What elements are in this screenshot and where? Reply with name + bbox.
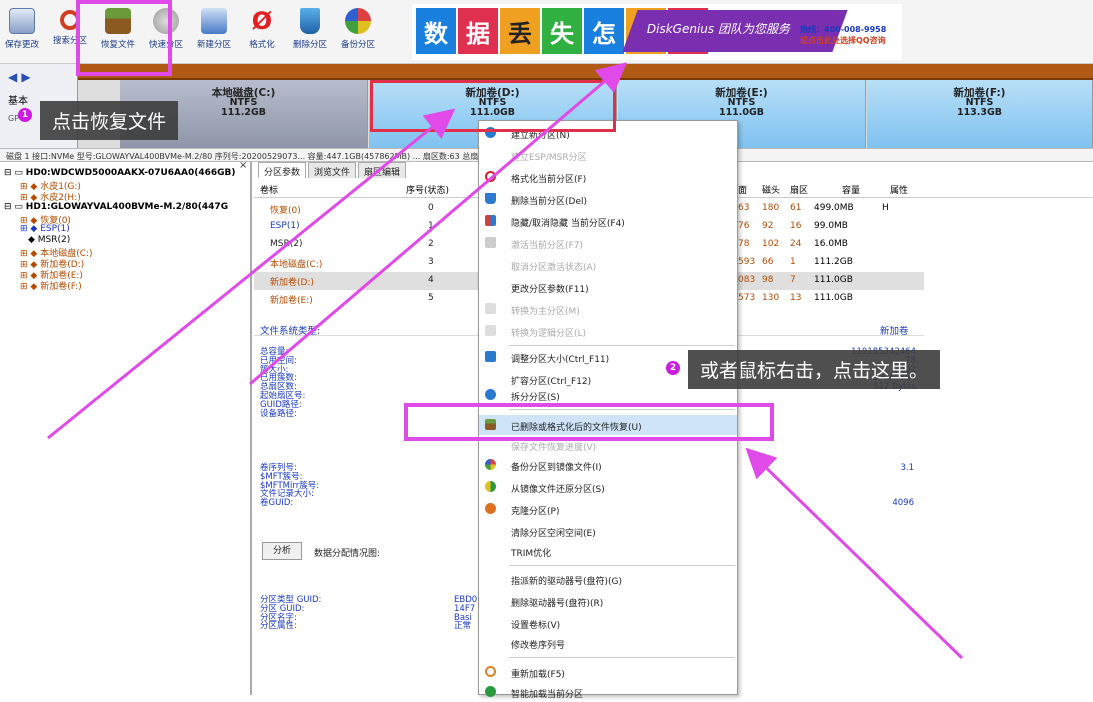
- split-icon: [485, 389, 496, 400]
- props-values-3: EBD0 14F7 Basi 正常: [454, 595, 478, 632]
- smart-load-icon: [485, 686, 496, 697]
- menu-item-format[interactable]: 格式化当前分区(F): [479, 167, 737, 187]
- convert-icon: [485, 303, 496, 314]
- fs-type-value: 新加卷: [880, 326, 909, 337]
- delete-icon: [300, 8, 320, 34]
- table-row-tail: 76 92 16 99.0MB: [738, 221, 848, 231]
- disk-usage-bar: [78, 64, 1093, 80]
- step1-callout: 点击恢复文件: [40, 101, 179, 140]
- close-icon[interactable]: ×: [239, 160, 247, 171]
- analyze-button[interactable]: 分析: [262, 542, 302, 560]
- tree-item[interactable]: ⊟ ▭ HD0:WDCWD5000AAKX-07U6AA0(466GB): [4, 168, 236, 178]
- new-partition-icon: [201, 8, 227, 34]
- menu-item-esp-msr[interactable]: 建立ESP/MSR分区: [479, 145, 737, 165]
- step1-badge: 1: [18, 108, 32, 122]
- menu-item-change-serial[interactable]: 修改卷序列号: [479, 633, 737, 653]
- save-changes-button[interactable]: 保存更改: [2, 4, 42, 60]
- menu-item-hide[interactable]: 隐藏/取消隐藏 当前分区(F4): [479, 211, 737, 231]
- delete-partition-button[interactable]: 删除分区: [290, 4, 330, 60]
- reload-icon: [485, 666, 496, 677]
- format-icon: [485, 171, 496, 182]
- menu-separator: [509, 565, 735, 566]
- banner-char: 失: [542, 8, 582, 54]
- banner-char: 怎: [584, 8, 624, 54]
- props-values-2: 3.1 4096: [892, 463, 914, 508]
- clone-icon: [485, 503, 496, 514]
- menu-item-remove-letter[interactable]: 删除驱动器号(盘符)(R): [479, 591, 737, 611]
- ad-banner[interactable]: 数 据 丢 失 怎 么 办 DiskGenius 团队为您服务 热线：400-0…: [412, 4, 902, 60]
- backup-icon: [345, 8, 371, 34]
- delete-icon: [485, 193, 496, 204]
- disk-nav-arrows-icon[interactable]: ◀ ▶: [8, 70, 31, 84]
- tab-browse-files[interactable]: 浏览文件: [308, 162, 357, 178]
- props-block-2: 卷序列号: $MFT簇号: $MFTMirr簇号: 文件记录大小: 卷GUID:: [260, 463, 320, 509]
- banner-phone: 热线：400-008-9958: [800, 25, 887, 34]
- menu-separator: [509, 657, 735, 658]
- save-icon: [9, 8, 35, 34]
- menu-item-activate[interactable]: 激活当前分区(F7): [479, 233, 737, 253]
- menu-item-trim[interactable]: TRIM优化: [479, 541, 737, 561]
- restore-icon: [485, 481, 496, 492]
- step2-badge: 2: [666, 361, 680, 375]
- menu-item-clone[interactable]: 克隆分区(P): [479, 499, 737, 519]
- hide-icon: [485, 215, 496, 226]
- backup-icon: [485, 459, 496, 470]
- menu-item-restore-image[interactable]: 从镜像文件还原分区(S): [479, 477, 737, 497]
- menu-item-backup-image[interactable]: 备份分区到镜像文件(I): [479, 455, 737, 475]
- tree-item[interactable]: ◆ MSR(2): [28, 235, 70, 245]
- allocation-map-label: 数据分配情况图:: [314, 549, 381, 559]
- banner-contact: 热线：400-008-9958 或点击此处选择QQ咨询: [800, 24, 886, 46]
- menu-item-assign-letter[interactable]: 指派新的驱动器号(盘符)(G): [479, 569, 737, 589]
- tree-item[interactable]: ⊟ ▭ HD1:GLOWAYVAL400BVMe-M.2/80(447G: [4, 202, 228, 212]
- panel-tabs: 分区参数 浏览文件 扇区编辑: [254, 162, 407, 178]
- table-row-tail: 78 102 24 16.0MB: [738, 239, 848, 249]
- banner-slogan: DiskGenius 团队为您服务: [646, 22, 790, 36]
- menu-item-smart-load[interactable]: 智能加载当前分区: [479, 682, 737, 702]
- new-partition-button[interactable]: 新建分区: [194, 4, 234, 60]
- menu-item-to-primary[interactable]: 转换为主分区(M): [479, 299, 737, 319]
- menu-item-wipe-free[interactable]: 清除分区空闲空间(E): [479, 521, 737, 541]
- menu-item-change-params[interactable]: 更改分区参数(F11): [479, 277, 737, 297]
- menu-item-deactivate[interactable]: 取消分区激活状态(A): [479, 255, 737, 275]
- disk-tree: × ⊟ ▭ HD0:WDCWD5000AAKX-07U6AA0(466GB) ⊞…: [0, 160, 252, 695]
- table-row-tail: 573 130 13 111.0GB: [738, 293, 853, 303]
- banner-char: 丢: [500, 8, 540, 54]
- banner-char: 数: [416, 8, 456, 54]
- table-row-tail: 593 66 1 111.2GB: [738, 257, 853, 267]
- format-button[interactable]: Ø 格式化: [242, 4, 282, 60]
- menu-item-reload[interactable]: 重新加载(F5): [479, 662, 737, 682]
- convert-icon: [485, 325, 496, 336]
- tree-item[interactable]: ⊞ ◆ 新加卷(F:): [20, 279, 82, 292]
- tree-item[interactable]: ⊞ ◆ ESP(1): [20, 224, 70, 234]
- resize-icon: [485, 351, 496, 362]
- menu-separator: [509, 345, 735, 346]
- props-block-3: 分区类型 GUID: 分区 GUID: 分区名字: 分区属性:: [260, 595, 322, 632]
- format-icon: Ø: [251, 7, 273, 35]
- disk-type-label: 基本: [8, 96, 28, 107]
- props-block-1: 总容量: 已用空间: 簇大小: 已用簇数: 总扇区数: 起始扇区号: GUID路径: 设备路径…: [260, 347, 306, 419]
- highlight-menu-recovery: [404, 403, 774, 441]
- volume-f[interactable]: 新加卷(F:) NTFS 113.3GB: [867, 80, 1093, 148]
- backup-partition-button[interactable]: 备份分区: [338, 4, 378, 60]
- menu-item-set-label[interactable]: 设置卷标(V): [479, 613, 737, 633]
- highlight-recover-button: [76, 0, 172, 76]
- banner-qq: 或点击此处选择QQ咨询: [800, 36, 886, 45]
- table-row-tail: 083 98 7 111.0GB: [730, 272, 920, 290]
- activate-icon: [485, 237, 496, 248]
- menu-item-delete[interactable]: 删除当前分区(Del): [479, 189, 737, 209]
- banner-char: 据: [458, 8, 498, 54]
- highlight-volume-d: [370, 80, 616, 132]
- tab-sector-edit[interactable]: 扇区编辑: [358, 162, 407, 178]
- table-row-tail: 63 180 61 499.0MB H: [738, 203, 889, 213]
- step2-callout: 或者鼠标右击，点击这里。: [688, 350, 941, 389]
- menu-item-to-logical[interactable]: 转换为逻辑分区(L): [479, 321, 737, 341]
- tab-partition-params[interactable]: 分区参数: [258, 162, 307, 178]
